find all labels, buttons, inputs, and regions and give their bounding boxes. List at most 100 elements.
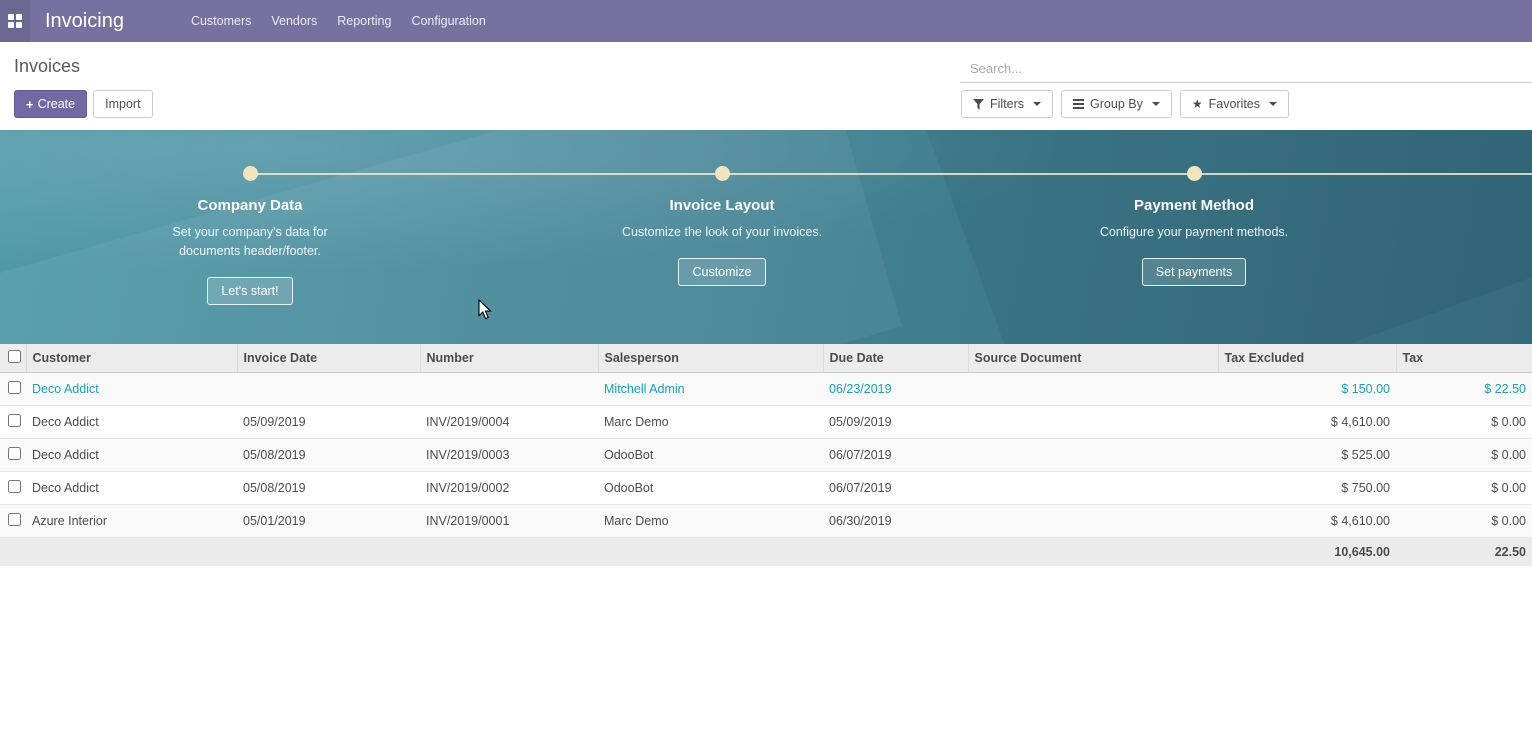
cell-due-date: 06/07/2019 <box>823 472 968 505</box>
group-by-button[interactable]: Group By <box>1061 90 1172 118</box>
cell-due-date: 05/09/2019 <box>823 406 968 439</box>
step-dot-icon <box>243 166 258 181</box>
invoice-row[interactable]: Deco Addict 05/08/2019 INV/2019/0003 Odo… <box>0 439 1532 472</box>
cell-salesperson: Marc Demo <box>598 406 823 439</box>
row-checkbox[interactable] <box>8 381 21 394</box>
top-navbar: Invoicing Customers Vendors Reporting Co… <box>0 0 1532 42</box>
cell-invoice-date: 05/08/2019 <box>237 472 420 505</box>
cell-due-date: 06/07/2019 <box>823 439 968 472</box>
onboarding-step-payment-method: Payment Method Configure your payment me… <box>1024 166 1364 286</box>
row-checkbox[interactable] <box>8 513 21 526</box>
apps-menu-button[interactable] <box>0 0 30 42</box>
cell-source-document <box>968 406 1218 439</box>
onboarding-step-company-data: Company Data Set your company's data for… <box>80 166 420 305</box>
column-header-customer[interactable]: Customer <box>26 344 237 373</box>
cell-source-document <box>968 472 1218 505</box>
menu-vendors[interactable]: Vendors <box>261 0 327 42</box>
cell-number: INV/2019/0001 <box>420 505 598 538</box>
cell-due-date: 06/30/2019 <box>823 505 968 538</box>
filter-icon <box>973 99 984 110</box>
step-dot-icon <box>715 166 730 181</box>
apps-grid-icon <box>8 14 22 28</box>
totals-row: 10,645.00 22.50 <box>0 538 1532 566</box>
cell-source-document <box>968 439 1218 472</box>
column-header-number[interactable]: Number <box>420 344 598 373</box>
column-header-salesperson[interactable]: Salesperson <box>598 344 823 373</box>
search-input[interactable] <box>960 54 1532 83</box>
invoice-row[interactable]: Deco Addict Mitchell Admin 06/23/2019 $ … <box>0 373 1532 406</box>
invoice-list-table: Customer Invoice Date Number Salesperson… <box>0 344 1532 566</box>
cell-invoice-date <box>237 373 420 406</box>
cell-tax: $ 0.00 <box>1396 439 1532 472</box>
row-checkbox[interactable] <box>8 480 21 493</box>
column-header-invoice-date[interactable]: Invoice Date <box>237 344 420 373</box>
column-header-due-date[interactable]: Due Date <box>823 344 968 373</box>
cell-tax: $ 0.00 <box>1396 505 1532 538</box>
cell-customer: Azure Interior <box>26 505 237 538</box>
cell-number: INV/2019/0003 <box>420 439 598 472</box>
cell-tax: $ 0.00 <box>1396 472 1532 505</box>
cell-tax-excluded: $ 4,610.00 <box>1218 505 1396 538</box>
menu-customers[interactable]: Customers <box>181 0 261 42</box>
plus-icon: + <box>26 97 34 112</box>
cell-customer: Deco Addict <box>26 373 237 406</box>
favorites-button-label: Favorites <box>1209 97 1260 111</box>
invoice-row[interactable]: Deco Addict 05/09/2019 INV/2019/0004 Mar… <box>0 406 1532 439</box>
step-description: Set your company's data for documents he… <box>148 223 353 261</box>
menu-configuration[interactable]: Configuration <box>401 0 495 42</box>
onboarding-step-invoice-layout: Invoice Layout Customize the look of you… <box>552 166 892 286</box>
cell-tax-excluded: $ 750.00 <box>1218 472 1396 505</box>
cell-salesperson: Marc Demo <box>598 505 823 538</box>
onboarding-banner: Company Data Set your company's data for… <box>0 130 1532 344</box>
step-title: Invoice Layout <box>669 197 774 214</box>
create-button-label: Create <box>38 97 76 111</box>
column-header-source-document[interactable]: Source Document <box>968 344 1218 373</box>
cell-salesperson: Mitchell Admin <box>598 373 823 406</box>
favorites-button[interactable]: ★ Favorites <box>1180 90 1289 118</box>
cell-invoice-date: 05/01/2019 <box>237 505 420 538</box>
cell-invoice-date: 05/08/2019 <box>237 439 420 472</box>
cell-salesperson: OdooBot <box>598 439 823 472</box>
chevron-down-icon <box>1033 102 1041 106</box>
step-dot-icon <box>1187 166 1202 181</box>
cell-number <box>420 373 598 406</box>
cell-tax: $ 22.50 <box>1396 373 1532 406</box>
group-by-button-label: Group By <box>1090 97 1143 111</box>
control-panel: Invoices + Create Import Filters Group B… <box>0 42 1532 130</box>
table-header-row: Customer Invoice Date Number Salesperson… <box>0 344 1532 373</box>
cell-number: INV/2019/0004 <box>420 406 598 439</box>
cell-tax-excluded: $ 150.00 <box>1218 373 1396 406</box>
chevron-down-icon <box>1152 102 1160 106</box>
cell-tax: $ 0.00 <box>1396 406 1532 439</box>
lets-start-button[interactable]: Let's start! <box>207 277 292 305</box>
cell-customer: Deco Addict <box>26 439 237 472</box>
cell-tax-excluded: $ 4,610.00 <box>1218 406 1396 439</box>
star-icon: ★ <box>1192 98 1203 110</box>
cell-due-date: 06/23/2019 <box>823 373 968 406</box>
chevron-down-icon <box>1269 102 1277 106</box>
select-all-checkbox[interactable] <box>8 350 21 363</box>
menu-reporting[interactable]: Reporting <box>327 0 401 42</box>
import-button[interactable]: Import <box>93 90 152 118</box>
invoice-row[interactable]: Deco Addict 05/08/2019 INV/2019/0002 Odo… <box>0 472 1532 505</box>
row-checkbox[interactable] <box>8 447 21 460</box>
cell-source-document <box>968 373 1218 406</box>
nav-menus: Customers Vendors Reporting Configuratio… <box>181 0 496 42</box>
invoice-row[interactable]: Azure Interior 05/01/2019 INV/2019/0001 … <box>0 505 1532 538</box>
column-header-tax[interactable]: Tax <box>1396 344 1532 373</box>
set-payments-button[interactable]: Set payments <box>1142 258 1246 286</box>
total-tax-excluded: 10,645.00 <box>1218 538 1396 566</box>
action-buttons: + Create Import <box>14 90 1518 118</box>
cell-tax-excluded: $ 525.00 <box>1218 439 1396 472</box>
create-button[interactable]: + Create <box>14 90 87 118</box>
cell-number: INV/2019/0002 <box>420 472 598 505</box>
app-title[interactable]: Invoicing <box>45 10 124 33</box>
select-all-cell <box>0 344 26 373</box>
cell-source-document <box>968 505 1218 538</box>
customize-button[interactable]: Customize <box>678 258 765 286</box>
filters-button[interactable]: Filters <box>961 90 1053 118</box>
cell-invoice-date: 05/09/2019 <box>237 406 420 439</box>
filters-button-label: Filters <box>990 97 1024 111</box>
column-header-tax-excluded[interactable]: Tax Excluded <box>1218 344 1396 373</box>
row-checkbox[interactable] <box>8 414 21 427</box>
